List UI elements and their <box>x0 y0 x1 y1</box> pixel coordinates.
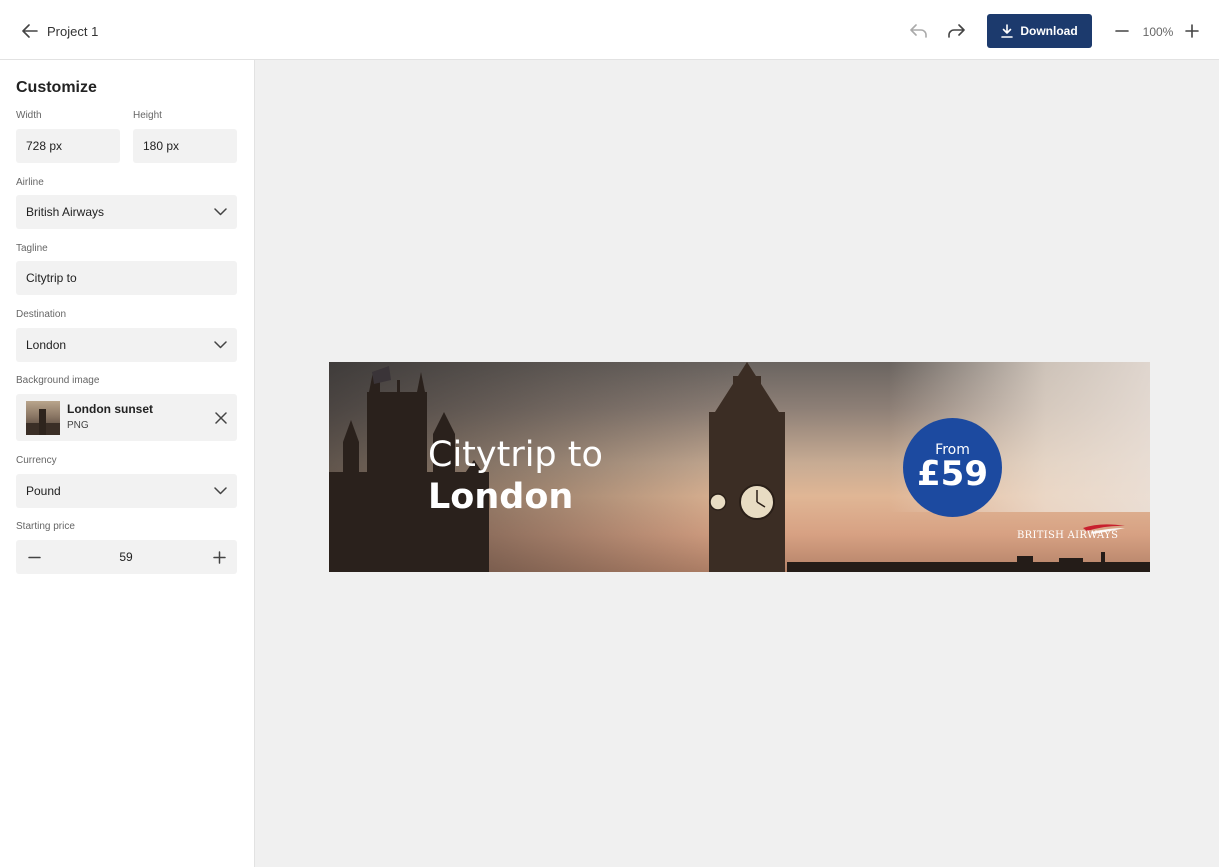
banner-tagline: Citytrip to <box>428 435 603 475</box>
canvas-area: Citytrip to London From £59 BRITISH AIRW… <box>256 60 1219 867</box>
airline-select[interactable]: British Airways <box>16 195 237 229</box>
background-image-label: Background image <box>16 375 100 386</box>
panel-title: Customize <box>16 79 97 96</box>
price-value: £59 <box>917 454 988 494</box>
height-field[interactable]: 180 px <box>133 129 237 163</box>
download-label: Download <box>1020 24 1078 38</box>
starting-price-stepper: 59 <box>16 540 237 574</box>
customize-panel: Customize Width 728 px Height 180 px Air… <box>0 60 255 867</box>
banner-headline: Citytrip to London <box>428 434 603 518</box>
top-bar: Project 1 Download 100% <box>0 0 1219 60</box>
tagline-value: Citytrip to <box>26 271 77 285</box>
height-label: Height <box>133 110 162 121</box>
redo-button[interactable] <box>943 20 969 42</box>
starting-price-value[interactable]: 59 <box>76 550 176 564</box>
airline-value: British Airways <box>26 205 105 219</box>
background-image-field[interactable]: London sunset PNG <box>16 394 237 441</box>
image-thumbnail <box>26 401 60 435</box>
destination-value: London <box>26 338 67 352</box>
zoom-out-button[interactable] <box>1111 21 1133 41</box>
download-button[interactable]: Download <box>987 14 1092 48</box>
minus-icon <box>27 556 41 558</box>
currency-value: Pound <box>26 484 61 498</box>
airline-logo-text: BRITISH AIRWAYS <box>1017 530 1119 541</box>
tagline-field[interactable]: Citytrip to <box>16 261 237 295</box>
height-value: 180 px <box>143 139 180 153</box>
chevron-down-icon <box>214 208 227 216</box>
undo-button[interactable] <box>906 20 932 42</box>
width-label: Width <box>16 110 42 121</box>
banner-destination: London <box>428 477 574 517</box>
airline-label: Airline <box>16 177 44 188</box>
chevron-down-icon <box>214 487 227 495</box>
plus-icon <box>212 550 226 564</box>
tagline-label: Tagline <box>16 243 48 254</box>
starting-price-label: Starting price <box>16 521 75 532</box>
width-value: 728 px <box>26 139 63 153</box>
undo-icon <box>910 24 927 38</box>
price-badge: From £59 <box>903 418 1002 517</box>
currency-label: Currency <box>16 455 57 466</box>
increment-button[interactable] <box>209 547 229 567</box>
zoom-level: 100% <box>1142 25 1174 39</box>
minus-icon <box>1115 30 1129 32</box>
zoom-in-button[interactable] <box>1181 21 1203 41</box>
chevron-down-icon <box>214 341 227 349</box>
destination-label: Destination <box>16 309 67 320</box>
arrow-left-icon <box>22 24 38 38</box>
plus-icon <box>1185 24 1199 38</box>
currency-select[interactable]: Pound <box>16 474 237 508</box>
destination-select[interactable]: London <box>16 328 237 362</box>
banner-preview[interactable]: Citytrip to London From £59 BRITISH AIRW… <box>329 362 1150 572</box>
download-icon <box>1001 24 1014 38</box>
image-type: PNG <box>67 420 89 431</box>
decrement-button[interactable] <box>24 547 44 567</box>
width-field[interactable]: 728 px <box>16 129 120 163</box>
redo-icon <box>948 24 965 38</box>
remove-image-button[interactable] <box>212 409 229 426</box>
close-icon <box>214 411 227 424</box>
back-button[interactable] <box>18 18 42 44</box>
project-title: Project 1 <box>47 24 99 39</box>
image-name: London sunset <box>67 402 153 416</box>
